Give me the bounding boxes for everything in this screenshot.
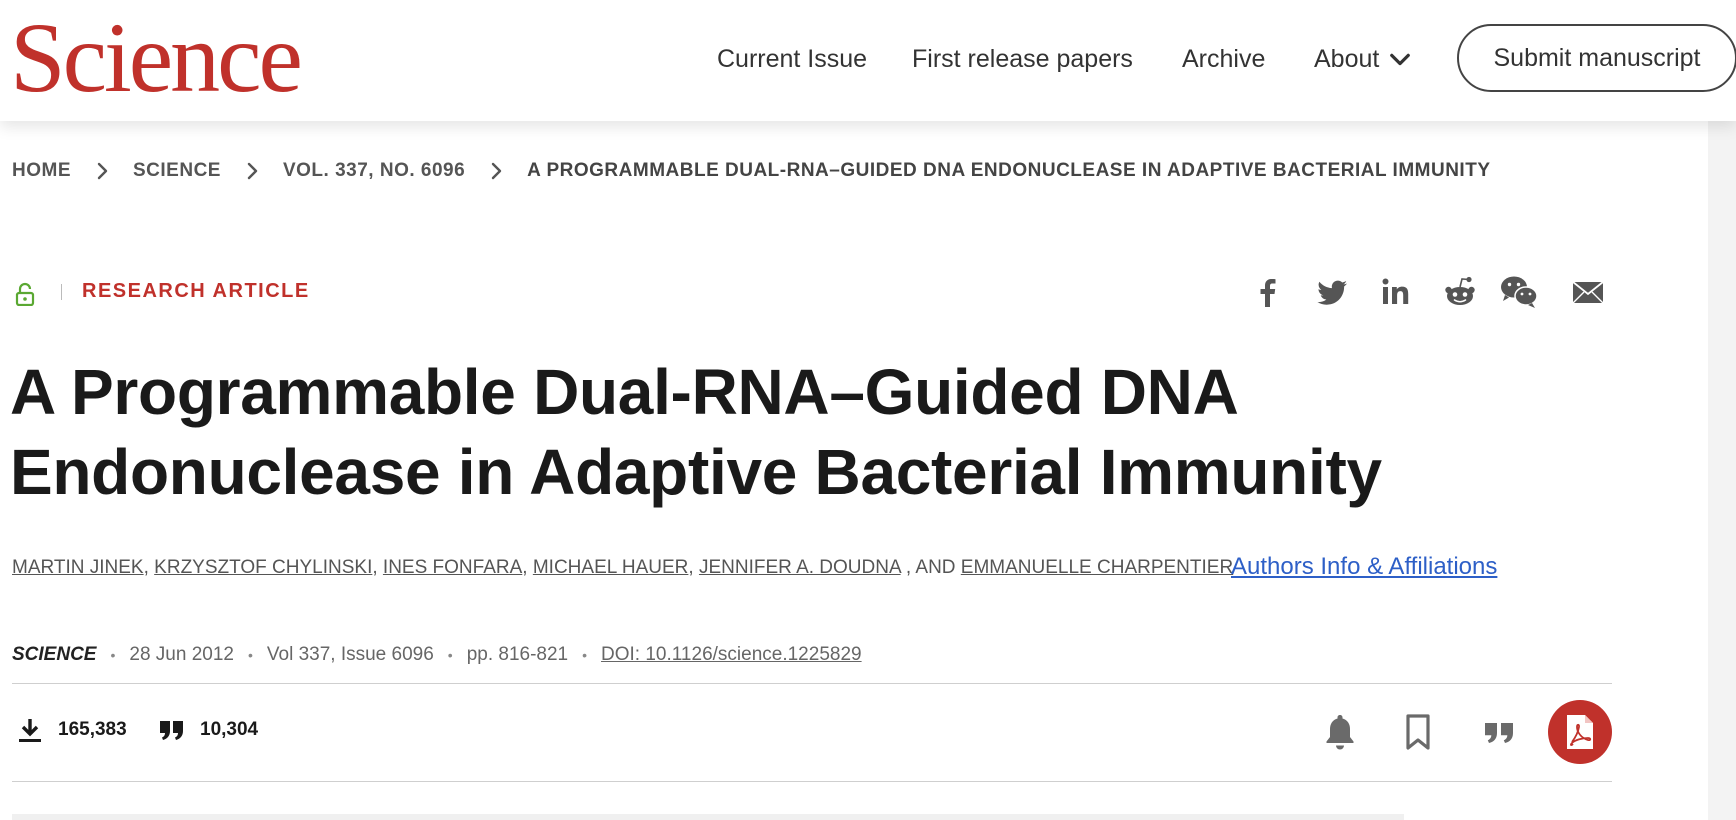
doi-link[interactable]: DOI: 10.1126/science.1225829 bbox=[601, 644, 862, 666]
authors-info-affiliations-link[interactable]: Authors Info & Affiliations bbox=[1231, 553, 1497, 581]
separator-dot: • bbox=[447, 647, 453, 663]
reddit-icon[interactable] bbox=[1442, 274, 1478, 310]
chevron-down-icon bbox=[1390, 53, 1411, 66]
article-type-label: RESEARCH ARTICLE bbox=[82, 280, 310, 302]
twitter-icon[interactable] bbox=[1314, 274, 1350, 310]
content-preview-bar bbox=[12, 814, 1404, 820]
nav-current-issue[interactable]: Current Issue bbox=[717, 42, 867, 76]
pdf-download-button[interactable] bbox=[1548, 700, 1612, 764]
linkedin-icon[interactable] bbox=[1378, 274, 1414, 310]
article-title: A Programmable Dual-RNA–Guided DNA Endon… bbox=[10, 356, 1382, 508]
breadcrumb-current: A PROGRAMMABLE DUAL-RNA–GUIDED DNA ENDON… bbox=[527, 160, 1491, 181]
open-access-lock-icon bbox=[15, 282, 35, 306]
alert-bell-icon[interactable] bbox=[1322, 712, 1358, 752]
email-icon[interactable] bbox=[1570, 274, 1606, 310]
separator-dot: • bbox=[247, 647, 253, 663]
submit-manuscript-button[interactable]: Submit manuscript bbox=[1457, 24, 1736, 92]
journal-name: SCIENCE bbox=[12, 644, 97, 665]
publication-meta: SCIENCE • 28 Jun 2012 • Vol 337, Issue 6… bbox=[12, 644, 862, 666]
chevron-right-icon bbox=[247, 162, 258, 180]
separator-dot: • bbox=[110, 647, 116, 663]
breadcrumb: HOME SCIENCE VOL. 337, NO. 6096 A PROGRA… bbox=[12, 160, 1491, 182]
author-link[interactable]: KRZYSZTOF CHYLINSKI bbox=[154, 557, 372, 578]
pdf-icon bbox=[1567, 715, 1593, 749]
page-range: pp. 816-821 bbox=[466, 644, 569, 665]
download-icon bbox=[19, 719, 41, 742]
quote-icon bbox=[160, 721, 183, 740]
author-link[interactable]: MICHAEL HAUER bbox=[533, 557, 689, 578]
chevron-right-icon bbox=[97, 162, 108, 180]
divider bbox=[61, 284, 62, 300]
publication-date: 28 Jun 2012 bbox=[129, 644, 234, 665]
citations-count: 10,304 bbox=[200, 719, 259, 740]
nav-about[interactable]: About bbox=[1314, 42, 1411, 76]
author-link[interactable]: JENNIFER A. DOUDNA bbox=[699, 557, 901, 578]
bookmark-icon[interactable] bbox=[1400, 712, 1436, 752]
nav-first-release-papers[interactable]: First release papers bbox=[912, 42, 1133, 76]
breadcrumb-volume[interactable]: VOL. 337, NO. 6096 bbox=[283, 160, 465, 182]
facebook-icon[interactable] bbox=[1250, 274, 1286, 310]
nav-archive[interactable]: Archive bbox=[1182, 42, 1265, 76]
scrollbar-track[interactable] bbox=[1708, 121, 1736, 820]
cite-quote-icon[interactable] bbox=[1482, 712, 1518, 752]
divider bbox=[12, 781, 1612, 782]
breadcrumb-home[interactable]: HOME bbox=[12, 160, 71, 182]
author-conjunction: , AND bbox=[905, 557, 956, 578]
author-link[interactable]: EMMANUELLE CHARPENTIER bbox=[961, 557, 1233, 578]
volume-issue: Vol 337, Issue 6096 bbox=[266, 644, 434, 665]
site-header: Science Current Issue First release pape… bbox=[0, 0, 1736, 121]
citations-metric: 10,304 bbox=[158, 716, 258, 744]
breadcrumb-science[interactable]: SCIENCE bbox=[133, 160, 221, 182]
author-link[interactable]: INES FONFARA bbox=[383, 557, 522, 578]
divider bbox=[12, 683, 1612, 684]
author-list: MARTIN JINEK, KRZYSZTOF CHYLINSKI, INES … bbox=[12, 557, 1234, 578]
chevron-right-icon bbox=[491, 162, 502, 180]
nav-about-label: About bbox=[1314, 45, 1380, 73]
downloads-count: 165,383 bbox=[58, 719, 127, 740]
downloads-metric: 165,383 bbox=[16, 716, 127, 744]
science-logo[interactable]: Science bbox=[10, 8, 303, 108]
wechat-icon[interactable] bbox=[1499, 274, 1539, 310]
author-link[interactable]: MARTIN JINEK bbox=[12, 557, 144, 578]
separator-dot: • bbox=[582, 647, 588, 663]
